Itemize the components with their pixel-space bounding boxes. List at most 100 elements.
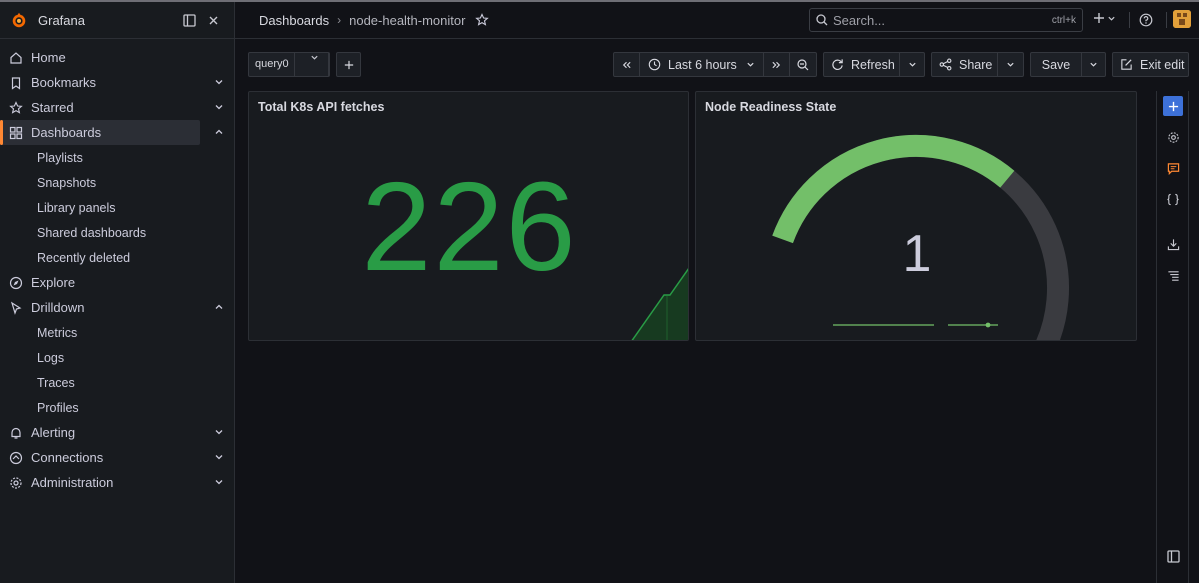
time-picker-button[interactable]: Last 6 hours: [640, 53, 764, 76]
nav-item-alerting[interactable]: Alerting: [0, 420, 223, 445]
comment-icon: [1167, 162, 1179, 175]
nav-label: Drilldown: [31, 300, 85, 315]
star-icon[interactable]: [475, 13, 490, 27]
nav-sub-library-panels[interactable]: Library panels: [0, 195, 234, 220]
save-label: Save: [1041, 57, 1071, 72]
nav-label: Dashboards: [31, 125, 102, 140]
share-options-dropdown[interactable]: [998, 53, 1023, 76]
nav-item-explore[interactable]: Explore: [0, 270, 200, 295]
save-options-dropdown[interactable]: [1082, 53, 1105, 76]
grafana-logo-icon[interactable]: [10, 11, 28, 29]
nav-item-drilldown[interactable]: Drilldown: [0, 295, 223, 320]
close-menu-icon[interactable]: [202, 9, 224, 31]
add-panel-button[interactable]: [1163, 96, 1183, 116]
chevron-down-icon: [1007, 62, 1014, 67]
nav-sub-metrics[interactable]: Metrics: [0, 320, 234, 345]
panel-node-readiness-state[interactable]: Node Readiness State 1: [695, 91, 1137, 341]
breadcrumb: Dashboards › node-health-monitor: [235, 13, 490, 28]
outline-list-icon: [1167, 270, 1179, 281]
nav-sub-playlists[interactable]: Playlists: [0, 145, 234, 170]
chevron-up-icon[interactable]: [214, 127, 224, 137]
chevron-down-icon[interactable]: [214, 102, 224, 112]
search-icon: [816, 14, 828, 26]
code-braces-icon: [1167, 193, 1179, 205]
chevron-down-icon[interactable]: [214, 427, 224, 437]
nav-sub-snapshots[interactable]: Snapshots: [0, 170, 234, 195]
brand-name: Grafana: [38, 12, 85, 28]
save-button[interactable]: Save: [1031, 53, 1082, 76]
dashboard-settings-button[interactable]: [1163, 127, 1183, 147]
user-avatar-icon: [1173, 10, 1191, 28]
search-bar[interactable]: ctrl+k: [809, 8, 1083, 32]
nav-item-connections[interactable]: Connections: [0, 445, 223, 470]
zoom-out-button[interactable]: [790, 53, 816, 76]
nav-sub-profiles[interactable]: Profiles: [0, 395, 234, 420]
chevron-down-icon: [908, 62, 916, 67]
panel-total-k8s-api-fetches[interactable]: Total K8s API fetches 226: [248, 91, 689, 341]
time-range-controls: Last 6 hours: [613, 52, 817, 77]
dock-menu-icon[interactable]: [178, 9, 200, 31]
chevron-down-icon[interactable]: [214, 477, 224, 487]
nav-item-dashboards[interactable]: Dashboards: [0, 120, 223, 145]
exit-edit-button[interactable]: Exit edit: [1112, 52, 1189, 77]
save-button-group: Save: [1030, 52, 1106, 77]
exit-edit-label: Exit edit: [1140, 57, 1185, 72]
gauge-sparkline-point: [985, 322, 991, 328]
breadcrumb-dashboards[interactable]: Dashboards: [259, 13, 329, 28]
nav-item-administration[interactable]: Administration: [0, 470, 223, 495]
refresh-label: Refresh: [851, 57, 895, 72]
export-button[interactable]: [1163, 234, 1183, 254]
toolbar-divider: [1129, 12, 1130, 28]
chevron-down-icon: [1108, 16, 1115, 21]
comments-button[interactable]: [1163, 158, 1183, 178]
nav-sub-logs[interactable]: Logs: [0, 345, 234, 370]
chevron-down-icon: [295, 53, 329, 76]
search-shortcut: ctrl+k: [1051, 14, 1076, 26]
add-variable-button[interactable]: [336, 52, 361, 77]
nav-label: Starred: [31, 100, 74, 115]
bookmark-icon: [9, 76, 23, 90]
drilldown-icon: [9, 301, 23, 315]
edit-pane-rail: [1156, 91, 1189, 583]
nav-sub-traces[interactable]: Traces: [0, 370, 234, 395]
refresh-interval-dropdown[interactable]: [900, 53, 924, 76]
time-forward-button[interactable]: [764, 53, 790, 76]
gear-icon: [1167, 131, 1179, 143]
share-button-group: Share: [931, 52, 1024, 77]
avatar[interactable]: [1173, 10, 1191, 28]
nav-item-bookmarks[interactable]: Bookmarks: [0, 70, 223, 95]
download-icon: [1167, 238, 1179, 250]
nav-label: Alerting: [31, 425, 76, 440]
edit-icon: [1121, 59, 1132, 70]
nav-sub-shared-dashboards[interactable]: Shared dashboards: [0, 220, 234, 245]
variable-select-query0[interactable]: query0: [248, 52, 330, 77]
new-button[interactable]: [1093, 12, 1116, 24]
share-label: Share: [959, 57, 993, 72]
chevron-down-icon[interactable]: [214, 452, 224, 462]
refresh-button[interactable]: Refresh: [824, 53, 900, 76]
nav-item-starred[interactable]: Starred: [0, 95, 223, 120]
toggle-pane-button[interactable]: [1163, 546, 1183, 566]
chevron-up-icon[interactable]: [214, 302, 224, 312]
share-button[interactable]: Share: [932, 53, 998, 76]
sidebar-header: Grafana: [0, 2, 234, 39]
nav-menu: Home Bookmarks Starred Dashboards Playli…: [0, 39, 234, 495]
nav-sub-recently-deleted[interactable]: Recently deleted: [0, 245, 234, 270]
bell-icon: [9, 426, 23, 440]
toolbar-divider: [1166, 12, 1167, 28]
breadcrumb-separator-icon: ›: [337, 13, 342, 27]
dashboards-grid-icon: [9, 126, 23, 140]
plus-icon: [1094, 13, 1104, 23]
search-input[interactable]: [833, 12, 1052, 28]
time-back-button[interactable]: [614, 53, 640, 76]
variable-value: query0: [249, 53, 295, 76]
nav-item-home[interactable]: Home: [0, 45, 200, 70]
outline-button[interactable]: [1163, 265, 1183, 285]
nav-label: Connections: [31, 450, 104, 465]
gauge-fill: [772, 134, 1015, 244]
json-model-button[interactable]: [1163, 189, 1183, 209]
zoom-out-icon: [797, 58, 809, 70]
help-icon[interactable]: [1139, 13, 1153, 27]
plus-icon: [344, 60, 353, 69]
chevron-down-icon[interactable]: [214, 77, 224, 87]
